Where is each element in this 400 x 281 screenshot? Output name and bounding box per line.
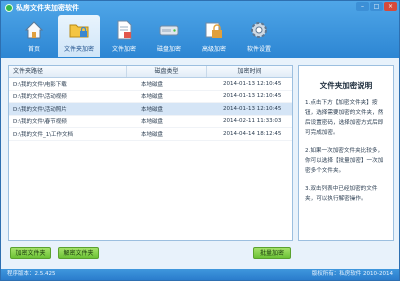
- column-header-time[interactable]: 加密时间: [207, 66, 292, 77]
- nav-file-encrypt[interactable]: 文件加密: [103, 15, 145, 57]
- table-row[interactable]: D:\我的文件\春节视频 本地磁盘 2014-02-11 11:33:03: [9, 116, 292, 128]
- instructions-panel: 文件夹加密说明 1.点击下方【加密文件夹】按钮，选择需要加密的文件夹，然后设置密…: [298, 65, 394, 241]
- nav-label: 文件夹加密: [63, 46, 94, 53]
- nav-folder-encrypt[interactable]: 文件夹加密: [58, 15, 100, 57]
- cell-path: D:\我的文件_1\工作文档: [13, 131, 74, 138]
- maximize-button[interactable]: □: [370, 2, 383, 11]
- advanced-encrypt-icon: [203, 19, 225, 41]
- app-title: 私房文件夹加密软件: [16, 4, 79, 12]
- cell-path: D:\我的文件\活动照片: [13, 106, 67, 113]
- header: 私房文件夹加密软件 – □ × 首页 文件夹加密 文件加密 磁盘加密 高级加密 …: [1, 1, 399, 58]
- cell-time: 2014-01-13 12:10:45: [223, 80, 282, 87]
- decrypt-folder-button[interactable]: 解密文件夹: [58, 247, 99, 259]
- minimize-button[interactable]: –: [356, 2, 369, 11]
- cell-path: D:\我的文件\电影下载: [13, 81, 67, 88]
- nav-home[interactable]: 首页: [13, 15, 55, 57]
- status-bar: 程序版本：2.5.425 版权所有：私房软件 2010-2014: [1, 269, 399, 280]
- nav-label: 软件设置: [246, 46, 271, 53]
- nav-label: 首页: [27, 46, 40, 53]
- table-header: 文件夹路径 磁盘类型 加密时间: [9, 66, 292, 78]
- close-button[interactable]: ×: [384, 2, 397, 11]
- app-logo-icon: [5, 4, 13, 12]
- column-header-disk-type[interactable]: 磁盘类型: [127, 66, 207, 77]
- instruction-item: 2.如果一次加密文件夹比较多，你可以选择【批量加密】一次加密多个文件夹。: [305, 148, 384, 174]
- title-bar: 私房文件夹加密软件: [5, 3, 79, 13]
- instruction-item: 1.点击下方【加密文件夹】按钮，选择需要加密的文件夹，然后设置密码，选择加密方式…: [305, 100, 384, 136]
- cell-disk-type: 本地磁盘: [141, 81, 164, 88]
- cell-disk-type: 本地磁盘: [141, 94, 164, 101]
- cell-disk-type: 本地磁盘: [141, 119, 164, 126]
- home-icon: [23, 19, 45, 41]
- nav-advanced-encrypt[interactable]: 高级加密: [193, 15, 235, 57]
- cell-time: 2014-01-13 12:10:45: [223, 93, 282, 100]
- encrypted-folder-table: 文件夹路径 磁盘类型 加密时间 D:\我的文件\电影下载 本地磁盘 2014-0…: [8, 65, 293, 241]
- table-row[interactable]: D:\我的文件\活动照片 本地磁盘 2014-01-13 12:10:45: [9, 103, 292, 116]
- instructions-title: 文件夹加密说明: [319, 81, 373, 90]
- window-controls: – □ ×: [356, 2, 397, 11]
- cell-path: D:\我的文件\活动视频: [13, 94, 67, 101]
- folder-lock-icon: [68, 19, 90, 41]
- table-row[interactable]: D:\我的文件\活动视频 本地磁盘 2014-01-13 12:10:45: [9, 91, 292, 103]
- app-window: 私房文件夹加密软件 – □ × 首页 文件夹加密 文件加密 磁盘加密 高级加密 …: [0, 0, 400, 281]
- nav-disk-encrypt[interactable]: 磁盘加密: [148, 15, 190, 57]
- table-row[interactable]: D:\我的文件\电影下载 本地磁盘 2014-01-13 12:10:45: [9, 78, 292, 91]
- nav-settings[interactable]: 软件设置: [238, 15, 280, 57]
- main-nav: 首页 文件夹加密 文件加密 磁盘加密 高级加密 软件设置: [13, 15, 283, 57]
- table-row[interactable]: D:\我的文件_1\工作文档 本地磁盘 2014-04-14 18:12:45: [9, 128, 292, 141]
- file-lock-icon: [113, 19, 135, 41]
- disk-icon: [158, 19, 180, 41]
- batch-encrypt-button[interactable]: 批量加密: [253, 247, 291, 259]
- cell-time: 2014-01-13 12:10:45: [223, 105, 282, 112]
- version-text: 程序版本：2.5.425: [7, 271, 56, 277]
- encrypt-folder-button[interactable]: 加密文件夹: [10, 247, 51, 259]
- copyright-text: 版权所有：私房软件 2010-2014: [311, 271, 393, 277]
- column-header-path[interactable]: 文件夹路径: [9, 66, 127, 77]
- nav-label: 文件加密: [111, 46, 136, 53]
- cell-time: 2014-04-14 18:12:45: [223, 130, 282, 137]
- cell-time: 2014-02-11 11:33:03: [223, 118, 282, 125]
- instruction-item: 3.双击列表中已经加密的文件夹，可以执行解密操作。: [305, 186, 378, 202]
- cell-disk-type: 本地磁盘: [141, 131, 164, 138]
- cell-disk-type: 本地磁盘: [141, 106, 164, 113]
- nav-label: 磁盘加密: [156, 46, 181, 53]
- gear-icon: [248, 19, 270, 41]
- cell-path: D:\我的文件\春节视频: [13, 119, 67, 126]
- nav-label: 高级加密: [201, 46, 226, 53]
